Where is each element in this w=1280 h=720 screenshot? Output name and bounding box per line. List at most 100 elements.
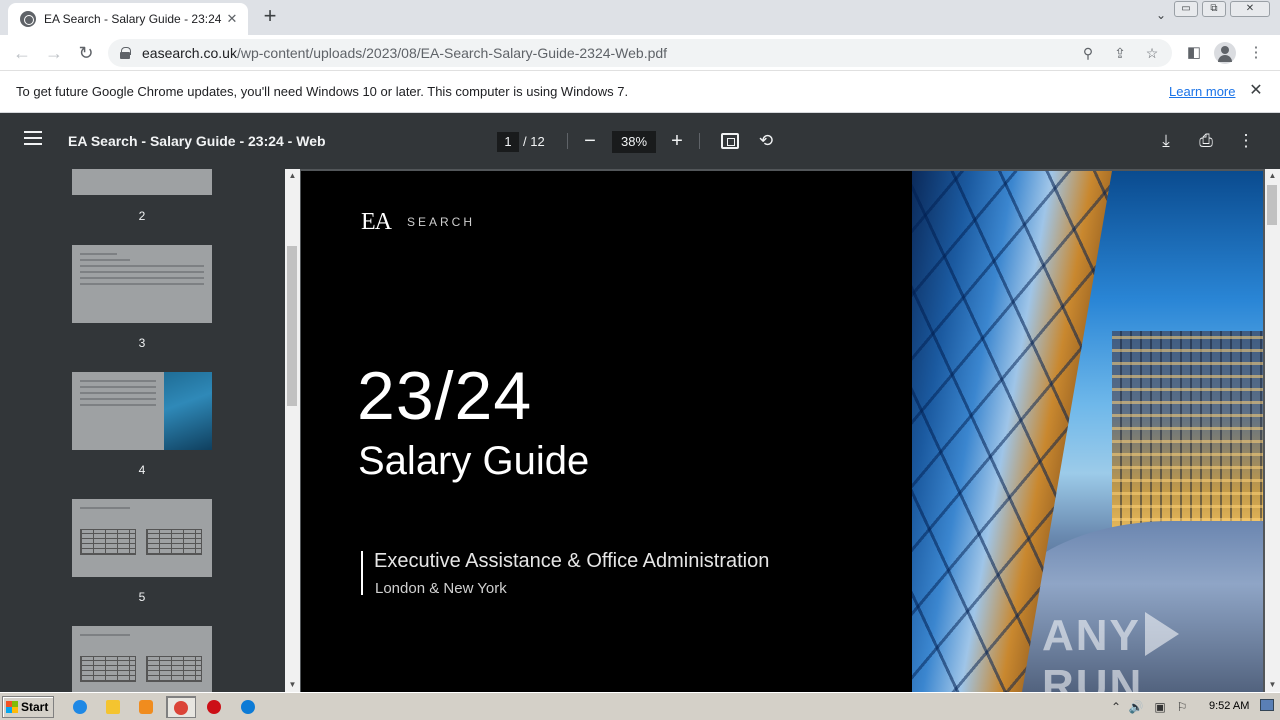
download-icon[interactable]: ⤓ <box>1154 129 1178 153</box>
scrollbar-thumb[interactable] <box>287 246 297 406</box>
reload-button[interactable]: ↻ <box>74 41 98 65</box>
start-button[interactable]: Start <box>2 696 54 718</box>
close-window-button[interactable]: ✕ <box>1230 1 1270 17</box>
watermark-right-text: RUN <box>1042 661 1144 692</box>
zoom-icon[interactable]: ⚲ <box>1078 43 1098 63</box>
anyrun-watermark: ANYRUN <box>1042 611 1263 692</box>
taskbar-clock[interactable]: 9:52 AM <box>1209 700 1249 712</box>
omnibox-actions: ⚲ ⇪ ☆ <box>1078 43 1162 63</box>
learn-more-link[interactable]: Learn more <box>1169 84 1235 99</box>
forward-button[interactable]: → <box>42 41 66 65</box>
chrome-taskbar-icon[interactable] <box>166 696 196 718</box>
volume-icon[interactable]: 🔊 <box>1128 699 1144 715</box>
cover-year: 23/24 <box>357 358 533 434</box>
tab-close-icon[interactable]: ✕ <box>224 11 240 27</box>
thumbnail-sidebar: 2 3 4 5 ▲ ▼ <box>0 169 300 692</box>
thumbnail-page-number: 2 <box>138 209 146 223</box>
scroll-down-arrow[interactable]: ▼ <box>285 678 300 692</box>
chrome-menu-icon[interactable]: ⋮ <box>1244 41 1268 65</box>
thumbnail-table <box>146 656 202 682</box>
scroll-up-arrow[interactable]: ▲ <box>1265 169 1280 183</box>
watermark-left-text: ANY <box>1042 611 1141 660</box>
browser-tab-active[interactable]: EA Search - Salary Guide - 23:24 - Web ✕ <box>8 3 248 35</box>
cover-subtitle: Executive Assistance & Office Administra… <box>374 550 770 572</box>
scroll-down-arrow[interactable]: ▼ <box>1265 678 1280 692</box>
page-thumbnail[interactable] <box>72 245 212 323</box>
ea-logo-word: SEARCH <box>407 215 476 229</box>
file-explorer-icon[interactable] <box>101 696 125 718</box>
toolbar-right: ◧ ⋮ <box>1182 41 1268 65</box>
ea-logo-mark: EA <box>361 209 392 235</box>
new-tab-button[interactable]: + <box>258 5 282 29</box>
profile-avatar-icon[interactable] <box>1214 42 1236 64</box>
back-button[interactable]: ← <box>10 41 34 65</box>
thumbnail-page-number: 3 <box>138 336 146 350</box>
thumbnail-photo <box>164 372 212 450</box>
browser-toolbar: ← → ↻ easearch.co.uk/wp-content/uploads/… <box>0 35 1280 71</box>
accent-bar <box>361 551 363 595</box>
internet-explorer-icon[interactable] <box>68 696 92 718</box>
pdf-viewer: 2 3 4 5 ▲ ▼ EA SEARCH 23/24 Salary Guide… <box>0 169 1280 692</box>
pdf-document-title: EA Search - Salary Guide - 23:24 - Web <box>68 133 326 149</box>
thumbnail-table <box>80 529 136 555</box>
tray-expand-icon[interactable]: ⌃ <box>1108 699 1124 715</box>
page-number-input[interactable]: 1 <box>497 132 519 152</box>
taskbar-app-dot <box>73 700 87 714</box>
url-text[interactable]: easearch.co.uk/wp-content/uploads/2023/0… <box>142 45 667 61</box>
page-thumbnail[interactable] <box>72 499 212 577</box>
taskbar-app-dot <box>106 700 120 714</box>
more-actions-icon[interactable]: ⋮ <box>1234 129 1258 153</box>
play-triangle-icon <box>1144 612 1179 656</box>
url-domain: easearch.co.uk <box>142 45 237 61</box>
edge-icon[interactable] <box>236 696 260 718</box>
show-desktop-icon[interactable] <box>1260 699 1274 711</box>
viewer-scrollbar[interactable]: ▲ ▼ <box>1265 169 1280 692</box>
taskbar-app-dot <box>241 700 255 714</box>
update-infobar: To get future Google Chrome updates, you… <box>0 71 1280 113</box>
scrollbar-thumb[interactable] <box>1267 185 1277 225</box>
taskbar-app-dot <box>139 700 153 714</box>
thumbnail-page-number: 5 <box>138 590 146 604</box>
thumbnail-table <box>146 529 202 555</box>
tab-strip: EA Search - Salary Guide - 23:24 - Web ✕… <box>0 0 1280 35</box>
thumbnail-page-number: 4 <box>138 463 146 477</box>
cover-location: London & New York <box>375 580 507 597</box>
infobar-message: To get future Google Chrome updates, you… <box>16 84 629 99</box>
page-total: / 12 <box>523 134 545 149</box>
opera-icon[interactable] <box>202 696 226 718</box>
page-thumbnail[interactable] <box>72 169 212 195</box>
window-controls: ▭ ⧉ ✕ <box>1174 1 1270 17</box>
share-icon[interactable]: ⇪ <box>1110 43 1130 63</box>
address-bar[interactable]: easearch.co.uk/wp-content/uploads/2023/0… <box>108 39 1172 67</box>
print-icon[interactable]: ⎙ <box>1194 129 1218 153</box>
fit-to-page-icon[interactable] <box>721 133 739 149</box>
zoom-in-button[interactable]: + <box>665 129 689 153</box>
sidebar-scrollbar[interactable]: ▲ ▼ <box>285 169 300 692</box>
zoom-level-input[interactable]: 38% <box>612 131 656 153</box>
toolbar-divider <box>567 133 568 149</box>
photo-building-windows <box>1112 331 1263 531</box>
bookmark-star-icon[interactable]: ☆ <box>1142 43 1162 63</box>
minimize-button[interactable]: ▭ <box>1174 1 1198 17</box>
tab-search-icon[interactable]: ⌄ <box>1152 8 1170 26</box>
pdf-page: EA SEARCH 23/24 Salary Guide Executive A… <box>301 171 1263 692</box>
network-icon[interactable]: ▣ <box>1152 699 1168 715</box>
cover-heading: Salary Guide <box>358 439 590 483</box>
zoom-out-button[interactable]: − <box>578 129 602 153</box>
url-path: /wp-content/uploads/2023/08/EA-Search-Sa… <box>236 45 668 61</box>
hamburger-menu-icon[interactable] <box>24 131 42 151</box>
globe-icon <box>20 11 36 27</box>
action-center-flag-icon[interactable]: ⚐ <box>1174 699 1190 715</box>
rotate-icon[interactable]: ⟲ <box>754 129 778 153</box>
side-panel-icon[interactable]: ◧ <box>1182 41 1206 65</box>
windows-taskbar: Start ⌃ 🔊 ▣ ⚐ 9:52 AM <box>0 692 1280 720</box>
maximize-button[interactable]: ⧉ <box>1202 1 1226 17</box>
taskbar-app-dot <box>174 701 188 715</box>
page-thumbnail[interactable] <box>72 626 212 692</box>
lock-icon[interactable] <box>120 47 131 59</box>
page-thumbnail[interactable] <box>72 372 212 450</box>
scroll-up-arrow[interactable]: ▲ <box>285 169 300 183</box>
media-player-icon[interactable] <box>134 696 158 718</box>
infobar-close-icon[interactable]: ✕ <box>1246 81 1266 101</box>
toolbar-divider <box>699 133 700 149</box>
